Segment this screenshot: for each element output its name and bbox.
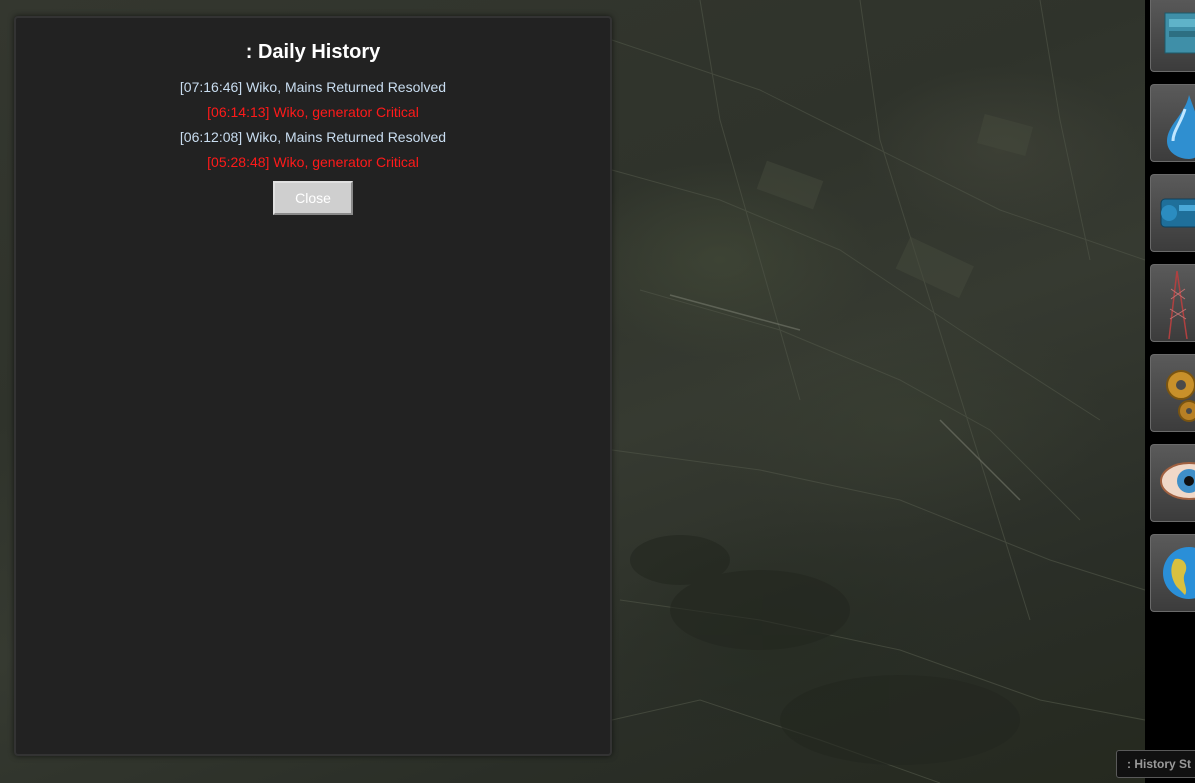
history-entry: [07:16:46] Wiko, Mains Returned Resolved bbox=[179, 79, 447, 95]
history-entry: [05:28:48] Wiko, generator Critical bbox=[207, 154, 419, 170]
toolbar-button-generator[interactable] bbox=[1150, 0, 1195, 72]
right-toolbar bbox=[1145, 0, 1195, 783]
water-drop-icon bbox=[1167, 95, 1195, 159]
toolbar-button-tower[interactable] bbox=[1150, 264, 1195, 342]
toolbar-button-view[interactable] bbox=[1150, 444, 1195, 522]
history-entry: [06:12:08] Wiko, Mains Returned Resolved bbox=[179, 129, 447, 145]
history-entry: [06:14:13] Wiko, generator Critical bbox=[207, 104, 419, 120]
tower-icon bbox=[1168, 270, 1188, 339]
pump-icon bbox=[1160, 198, 1195, 228]
history-list: [07:16:46] Wiko, Mains Returned Resolved… bbox=[16, 75, 610, 175]
toolbar-button-settings[interactable] bbox=[1150, 354, 1195, 432]
toolbar-button-pump[interactable] bbox=[1150, 174, 1195, 252]
toolbar-button-water[interactable] bbox=[1150, 84, 1195, 162]
app-screen: : Daily History [07:16:46] Wiko, Mains R… bbox=[0, 0, 1195, 783]
toolbar-button-globe[interactable] bbox=[1150, 534, 1195, 612]
globe-icon bbox=[1163, 547, 1195, 599]
generator-icon bbox=[1164, 12, 1195, 54]
daily-history-dialog: : Daily History [07:16:46] Wiko, Mains R… bbox=[14, 16, 612, 756]
dialog-title: : Daily History bbox=[245, 41, 381, 63]
eye-icon bbox=[1160, 462, 1195, 500]
close-button[interactable]: Close bbox=[273, 181, 353, 215]
history-status-tab[interactable]: : History St bbox=[1116, 750, 1195, 778]
gears-icon bbox=[1166, 370, 1195, 422]
